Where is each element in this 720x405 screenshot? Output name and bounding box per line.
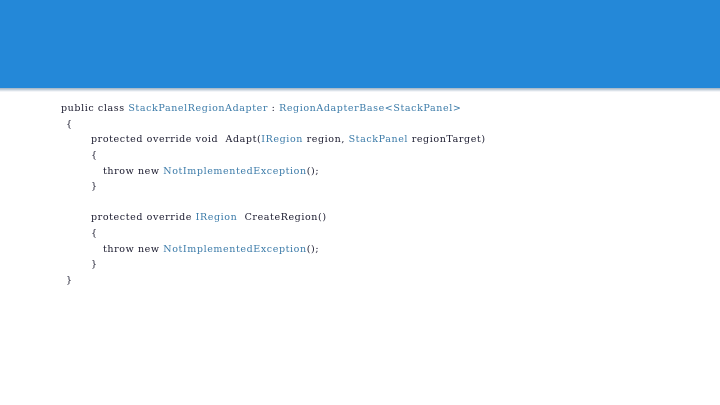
code-line-close-brace: } <box>91 181 98 192</box>
code-line-throw: throw new NotImplementedException(); <box>103 244 319 256</box>
code-line-throw: throw new NotImplementedException(); <box>103 166 319 178</box>
method-name: CreateRegion() <box>244 212 327 223</box>
keyword: throw <box>103 166 135 177</box>
code-line-open-brace: { <box>91 228 98 239</box>
code-line-open-brace: { <box>91 150 98 161</box>
class-name: StackPanelRegionAdapter <box>128 103 268 114</box>
param-name: region, <box>306 134 345 145</box>
code-block: public class StackPanelRegionAdapter : R… <box>0 0 720 405</box>
exception-type: NotImplementedException <box>163 244 307 255</box>
keyword: override <box>146 134 192 145</box>
base-class: RegionAdapterBase<StackPanel> <box>279 103 462 114</box>
keyword: protected <box>91 134 144 145</box>
code-line-close-brace: } <box>91 259 98 270</box>
keyword: override <box>146 212 192 223</box>
call-tail: (); <box>306 244 320 255</box>
exception-type: NotImplementedException <box>163 166 307 177</box>
type-name: StackPanel <box>348 134 409 145</box>
keyword: public <box>61 103 95 114</box>
code-line-open-brace: { <box>66 119 73 130</box>
keyword: class <box>97 103 125 114</box>
param-name: regionTarget) <box>411 134 486 145</box>
type-name: IRegion <box>195 212 238 223</box>
keyword: new <box>137 244 160 255</box>
separator: : <box>271 103 276 114</box>
keyword: throw <box>103 244 135 255</box>
code-line-createregion-signature: protected override IRegion CreateRegion(… <box>91 212 327 224</box>
method-name: Adapt( <box>225 134 262 145</box>
call-tail: (); <box>306 166 320 177</box>
keyword: void <box>195 134 219 145</box>
keyword: new <box>137 166 160 177</box>
keyword: protected <box>91 212 144 223</box>
code-line-close-brace: } <box>66 275 73 286</box>
code-line-adapt-signature: protected override void Adapt(IRegion re… <box>91 134 486 146</box>
code-line-class-declaration: public class StackPanelRegionAdapter : R… <box>61 103 461 115</box>
type-name: IRegion <box>261 134 303 145</box>
